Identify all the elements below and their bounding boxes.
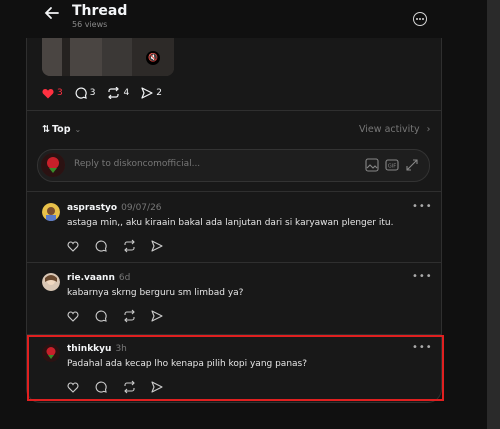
svg-text:GIF: GIF <box>388 164 396 170</box>
back-arrow-icon[interactable] <box>43 4 61 22</box>
scrollbar-track[interactable] <box>487 0 500 429</box>
highlight-box <box>27 335 444 401</box>
share-count: 2 <box>156 88 162 98</box>
like-count: 3 <box>57 88 63 98</box>
reply-count: 3 <box>89 88 96 98</box>
heart-icon[interactable] <box>67 239 95 253</box>
comment-actions <box>67 239 179 253</box>
view-activity-label: View activity <box>359 124 420 135</box>
repost-icon <box>108 87 120 99</box>
chevron-right-icon: › <box>426 124 431 135</box>
comment-actions <box>67 309 179 323</box>
reply-input[interactable]: Reply to diskoncomofficial... <box>74 159 200 169</box>
like-button[interactable]: 3 <box>42 88 63 99</box>
share-button[interactable]: 2 <box>141 87 162 99</box>
comment-icon[interactable] <box>95 239 123 253</box>
comment-username[interactable]: asprastyo 09/07/26 <box>67 203 162 213</box>
comment-icon <box>75 87 87 99</box>
send-icon[interactable] <box>151 239 179 253</box>
gif-icon[interactable]: GIF <box>385 158 399 172</box>
divider <box>27 262 441 263</box>
top-bar: Thread 56 views <box>0 0 487 38</box>
repost-icon[interactable] <box>123 239 151 253</box>
send-icon[interactable] <box>151 309 179 323</box>
thread-page: Thread 56 views 🔇 3 3 4 2 ⇅ Top ⌄ View a… <box>0 0 500 429</box>
heart-filled-icon <box>42 88 54 98</box>
view-activity-link[interactable]: View activity › <box>359 124 430 135</box>
send-icon <box>141 87 153 99</box>
avatar[interactable] <box>42 273 60 291</box>
image-icon[interactable] <box>365 158 379 172</box>
sort-label: Top <box>51 124 71 135</box>
more-options-icon[interactable]: ••• <box>412 271 433 282</box>
comment-icon[interactable] <box>95 309 123 323</box>
comment-text: astaga min,, aku kiraain bakal ada lanju… <box>67 218 394 228</box>
expand-icon[interactable] <box>405 158 419 172</box>
avatar[interactable] <box>42 203 60 221</box>
avatar <box>41 153 65 177</box>
sort-dropdown[interactable]: ⇅ Top ⌄ <box>42 124 81 135</box>
comment-username[interactable]: rie.vaann 6d <box>67 273 130 283</box>
page-title: Thread <box>72 3 128 19</box>
chevron-down-icon: ⌄ <box>74 125 82 134</box>
comment-time: 09/07/26 <box>121 203 162 213</box>
more-options-icon[interactable] <box>413 12 427 26</box>
heart-icon[interactable] <box>67 309 95 323</box>
repost-icon[interactable] <box>123 309 151 323</box>
repost-button[interactable]: 4 <box>107 87 129 99</box>
reply-button[interactable]: 3 <box>75 87 96 99</box>
repost-count: 4 <box>123 88 130 98</box>
sort-arrows-icon: ⇅ <box>42 124 50 135</box>
comment-text: kabarnya skrng berguru sm limbad ya? <box>67 288 244 298</box>
view-count: 56 views <box>72 20 108 29</box>
more-options-icon[interactable]: ••• <box>412 201 433 212</box>
divider <box>27 110 441 111</box>
post-stats: 3 3 4 2 <box>42 86 174 100</box>
mute-icon[interactable]: 🔇 <box>146 51 160 65</box>
divider <box>27 191 441 192</box>
comment-time: 6d <box>118 273 131 283</box>
